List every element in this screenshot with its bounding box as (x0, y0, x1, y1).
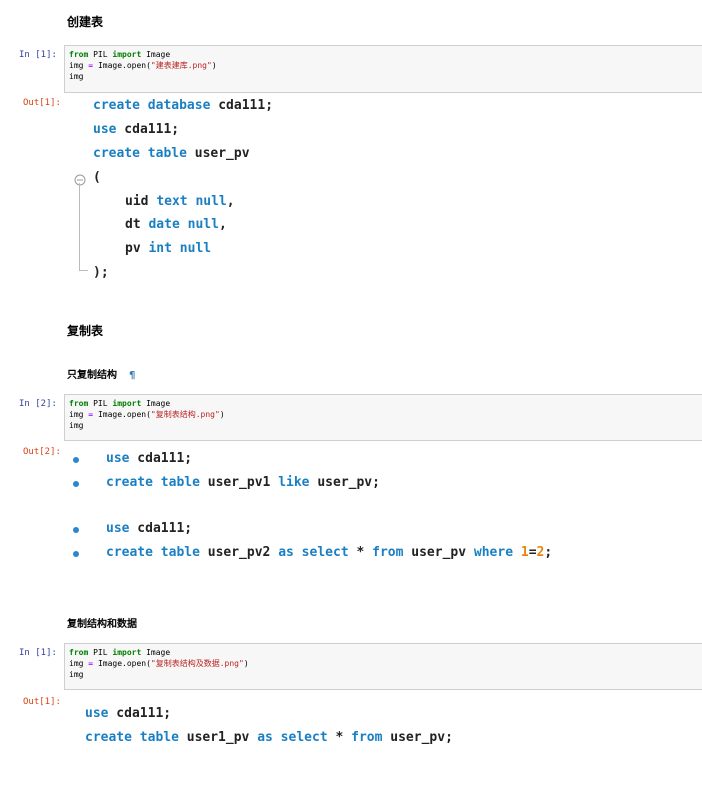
heading-create-table: 创建表 (67, 15, 104, 29)
code-line: img (69, 72, 84, 81)
heading-copy-table: 复制表 (67, 324, 104, 338)
code-token: ) (243, 659, 249, 668)
out-prompt: Out[1]: (23, 98, 61, 108)
code-token: PIL (93, 50, 108, 59)
sql-line: pv int null (125, 241, 212, 256)
code-token: import (112, 648, 142, 657)
code-token: ) (211, 61, 217, 70)
code-token: Image (146, 399, 171, 408)
sql-line: use cda111; (106, 451, 193, 466)
code-token: import (112, 50, 142, 59)
heading-copy-structure-only: 只复制结构 ¶ (67, 370, 136, 381)
bullet-icon (73, 527, 79, 533)
code-token: Image.open( (97, 61, 151, 70)
code-token: Image.open( (97, 410, 151, 419)
code-token: = (88, 659, 94, 668)
sql-line: create table user1_pv as select * from u… (85, 730, 453, 745)
sql-line: create table user_pv1 like user_pv; (106, 475, 380, 490)
sql-line: ); (93, 265, 109, 280)
sql-line: use cda111; (106, 521, 193, 536)
bullet-icon (73, 551, 79, 557)
code-token: = (88, 61, 94, 70)
code-token: PIL (93, 399, 108, 408)
sql-line: use cda111; (85, 706, 172, 721)
code-token: from (69, 50, 89, 59)
code-token: Image (146, 50, 171, 59)
sql-line: create table user_pv2 as select * from u… (106, 545, 553, 560)
heading-copy-structure-and-data: 复制结构和数据 (67, 619, 137, 630)
sql-line: create database cda111; (93, 98, 274, 113)
code-line: img (69, 670, 84, 679)
anchor-link[interactable]: ¶ (129, 370, 135, 381)
code-token: img (69, 410, 84, 419)
code-token: img (69, 61, 84, 70)
fold-line-end (79, 270, 88, 271)
sql-line: use cda111; (93, 122, 180, 137)
bullet-icon (73, 457, 79, 463)
code-token: "复制表结构及数据.png" (150, 659, 244, 668)
sql-line: create table user_pv (93, 146, 250, 161)
code-line: img (69, 421, 84, 430)
collapse-icon (74, 171, 86, 186)
fold-line (79, 183, 80, 271)
sql-line: uid text null, (125, 194, 235, 209)
in-prompt: In [1]: (19, 648, 57, 658)
code-token: from (69, 648, 89, 657)
code-token: Image (146, 648, 171, 657)
code-token: ) (219, 410, 225, 419)
sql-line: ( (93, 170, 101, 185)
code-token: PIL (93, 648, 108, 657)
in-prompt: In [1]: (19, 50, 57, 60)
sql-line: dt date null, (125, 217, 227, 232)
in-prompt: In [2]: (19, 399, 57, 409)
bullet-icon (73, 481, 79, 487)
out-prompt: Out[1]: (23, 697, 61, 707)
code-token: from (69, 399, 89, 408)
code-token: img (69, 659, 84, 668)
code-cell[interactable]: from PIL import Image img = Image.open("… (64, 45, 702, 93)
code-token: Image.open( (97, 659, 151, 668)
code-token: "建表建库.png" (150, 61, 212, 70)
code-cell[interactable]: from PIL import Image img = Image.open("… (64, 394, 702, 441)
code-token: import (112, 399, 142, 408)
code-cell[interactable]: from PIL import Image img = Image.open("… (64, 643, 702, 690)
code-token: "复制表结构.png" (150, 410, 220, 419)
code-token: = (88, 410, 94, 419)
out-prompt: Out[2]: (23, 447, 61, 457)
